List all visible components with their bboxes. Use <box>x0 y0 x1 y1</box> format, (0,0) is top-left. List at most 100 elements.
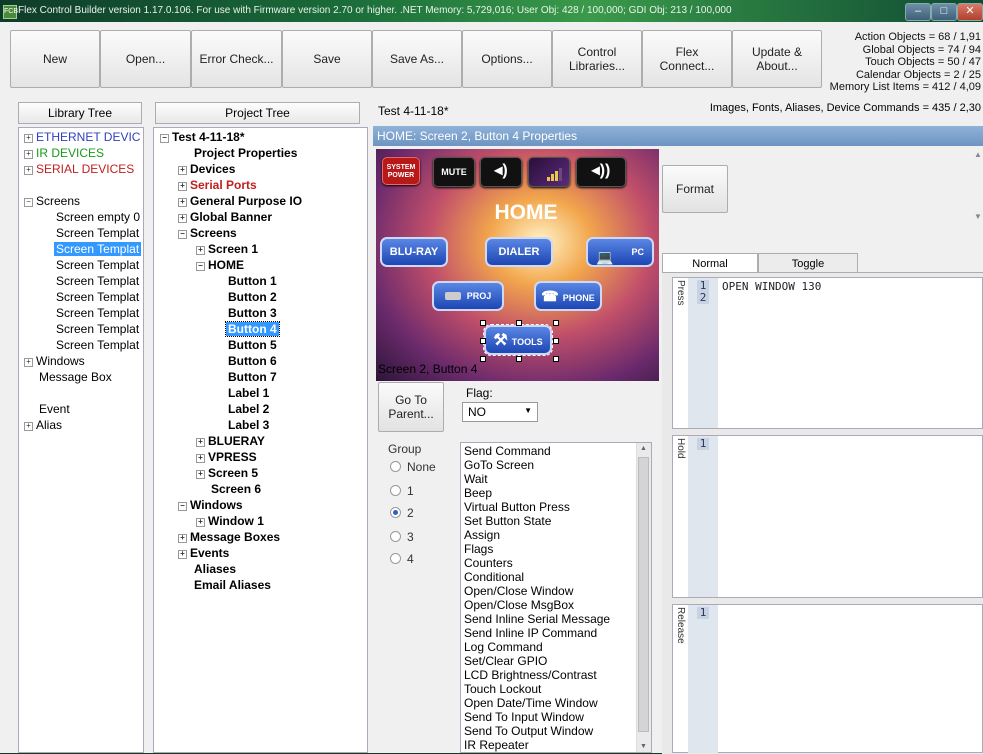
save-as-button[interactable]: Save As... <box>372 30 462 88</box>
options-button[interactable]: Options... <box>462 30 552 88</box>
library-tree-header[interactable]: Library Tree <box>18 102 142 124</box>
expand-icon[interactable]: + <box>24 358 33 367</box>
command-item[interactable]: Send Inline IP Command <box>461 626 651 640</box>
scrollbar-thumb[interactable] <box>638 457 649 732</box>
tree-node-button-1[interactable]: Button 1 <box>228 274 277 289</box>
tree-node-screen-template[interactable]: Screen Templat <box>56 258 139 273</box>
tree-node-message-box[interactable]: Message Box <box>39 370 112 385</box>
group-radio-2[interactable]: 2 <box>390 506 414 520</box>
tree-node-screen-template[interactable]: Screen Templat <box>56 338 139 353</box>
command-item[interactable]: Send Command <box>461 444 651 458</box>
command-item[interactable]: LCD Brightness/Contrast <box>461 668 651 682</box>
tab-normal[interactable]: Normal <box>662 253 758 273</box>
tree-node-screen-template[interactable]: Screen Templat <box>56 274 139 289</box>
command-item[interactable]: Send Inline Serial Message <box>461 612 651 626</box>
tree-node-serial[interactable]: + SERIAL DEVICES <box>24 162 134 177</box>
pc-button[interactable]: 💻 PC <box>586 237 654 267</box>
command-item[interactable]: Conditional <box>461 570 651 584</box>
bluray-button[interactable]: BLU-RAY <box>380 237 448 267</box>
format-button[interactable]: Format <box>662 165 728 213</box>
project-tree-header[interactable]: Project Tree <box>155 102 360 124</box>
expand-icon[interactable]: + <box>178 166 187 175</box>
command-item[interactable]: Open/Close Window <box>461 584 651 598</box>
tree-node-alias[interactable]: + Alias <box>24 418 62 433</box>
dialer-button[interactable]: DIALER <box>485 237 553 267</box>
tree-node-window-1[interactable]: + Window 1 <box>196 514 264 529</box>
resize-handle[interactable] <box>553 356 559 362</box>
expand-icon[interactable]: + <box>24 422 33 431</box>
tree-node-screens[interactable]: − Screens <box>24 194 80 209</box>
expand-icon[interactable]: + <box>24 150 33 159</box>
expand-icon[interactable]: + <box>196 518 205 527</box>
group-radio-none[interactable]: None <box>390 460 436 474</box>
expand-icon[interactable]: + <box>196 470 205 479</box>
command-item[interactable]: Send To Output Window <box>461 724 651 738</box>
press-code-line[interactable]: OPEN WINDOW 130 <box>722 280 821 293</box>
tree-node-button-5[interactable]: Button 5 <box>228 338 277 353</box>
collapse-icon[interactable]: − <box>196 262 205 271</box>
tree-node-screen-empty[interactable]: Screen empty 0 <box>56 210 140 225</box>
tree-node-aliases[interactable]: Aliases <box>194 562 236 577</box>
expand-icon[interactable]: + <box>196 454 205 463</box>
expand-icon[interactable]: + <box>178 198 187 207</box>
tools-button[interactable]: ⚒ TOOLS <box>483 324 553 356</box>
tree-node-windows[interactable]: + Windows <box>24 354 85 369</box>
tree-node-screen-template-selected[interactable]: Screen Templat <box>54 242 142 257</box>
new-button[interactable]: New <box>10 30 100 88</box>
command-item[interactable]: Set Button State <box>461 514 651 528</box>
scroll-down-icon[interactable]: ▼ <box>974 212 982 221</box>
expand-icon[interactable]: + <box>178 182 187 191</box>
volume-down-icon[interactable]: ◂) <box>480 157 522 187</box>
system-power-button[interactable]: SYSTEM POWER <box>382 157 420 185</box>
collapse-icon[interactable]: − <box>160 134 169 143</box>
tree-node-ir[interactable]: + IR DEVICES <box>24 146 104 161</box>
expand-icon[interactable]: + <box>178 534 187 543</box>
collapse-icon[interactable]: − <box>24 198 33 207</box>
flex-connect-button[interactable]: Flex Connect... <box>642 30 732 88</box>
expand-icon[interactable]: + <box>196 246 205 255</box>
tree-node-message-boxes[interactable]: + Message Boxes <box>178 530 280 545</box>
open-button[interactable]: Open... <box>100 30 191 88</box>
command-item[interactable]: Touch Lockout <box>461 682 651 696</box>
tree-node-button-6[interactable]: Button 6 <box>228 354 277 369</box>
volume-up-icon[interactable]: ◂)) <box>576 157 626 187</box>
tree-node-events[interactable]: + Events <box>178 546 229 561</box>
tree-node-label-3[interactable]: Label 3 <box>228 418 269 433</box>
close-button[interactable]: ✕ <box>957 3 983 21</box>
tree-node-label-1[interactable]: Label 1 <box>228 386 269 401</box>
command-list[interactable]: Send Command GoTo Screen Wait Beep Virtual B… <box>460 442 652 753</box>
command-item[interactable]: Beep <box>461 486 651 500</box>
expand-icon[interactable]: + <box>178 550 187 559</box>
tree-node-vpress[interactable]: + VPRESS <box>196 450 257 465</box>
tree-node-screen-template[interactable]: Screen Templat <box>56 322 139 337</box>
maximize-button[interactable]: □ <box>931 3 957 21</box>
mute-button[interactable]: MUTE <box>433 157 475 187</box>
scroll-up-icon[interactable]: ▲ <box>640 445 647 452</box>
tab-toggle[interactable]: Toggle <box>758 253 858 273</box>
resize-handle[interactable] <box>480 338 486 344</box>
hold-segment[interactable] <box>672 435 983 598</box>
resize-handle[interactable] <box>516 320 522 326</box>
control-libraries-button[interactable]: Control Libraries... <box>552 30 642 88</box>
group-radio-4[interactable]: 4 <box>390 552 414 566</box>
command-item[interactable]: Virtual Button Press <box>461 500 651 514</box>
scroll-up-icon[interactable]: ▲ <box>974 150 982 159</box>
command-item[interactable]: GoTo Screen <box>461 458 651 472</box>
resize-handle[interactable] <box>480 356 486 362</box>
tree-node-email-aliases[interactable]: Email Aliases <box>194 578 271 593</box>
tree-node-button-4[interactable]: Button 4 <box>225 321 280 337</box>
tree-node-ethernet[interactable]: + ETHERNET DEVIC <box>24 130 140 145</box>
tree-node-label-2[interactable]: Label 2 <box>228 402 269 417</box>
expand-icon[interactable]: + <box>24 134 33 143</box>
command-item[interactable]: Flags <box>461 542 651 556</box>
group-radio-1[interactable]: 1 <box>390 484 414 498</box>
phone-button[interactable]: ☎ PHONE <box>534 281 602 311</box>
update-about-button[interactable]: Update & About... <box>732 30 822 88</box>
release-segment[interactable] <box>672 604 983 753</box>
tree-node-screen-6[interactable]: Screen 6 <box>211 482 261 497</box>
expand-icon[interactable]: + <box>178 214 187 223</box>
resize-handle[interactable] <box>516 356 522 362</box>
minimize-button[interactable]: – <box>905 3 931 21</box>
expand-icon[interactable]: + <box>24 166 33 175</box>
tree-node-home[interactable]: − HOME <box>196 258 244 273</box>
